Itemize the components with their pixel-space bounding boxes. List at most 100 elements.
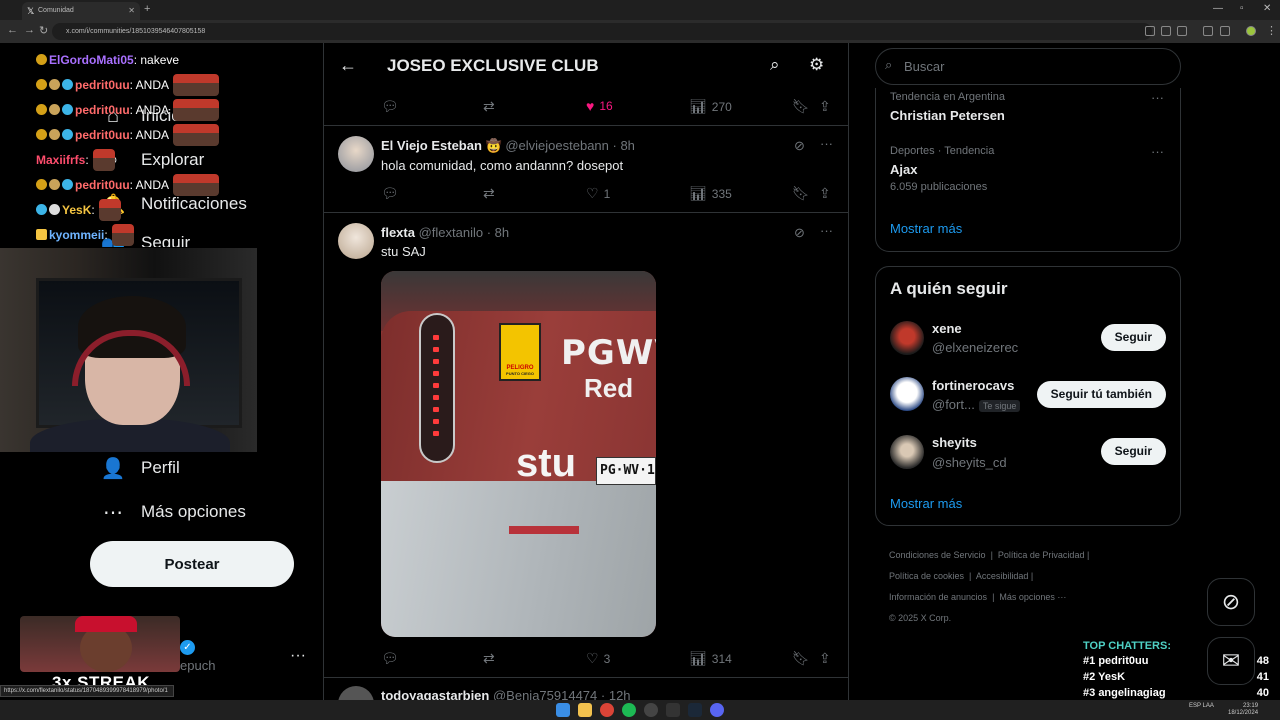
views-button[interactable]: 📊︎ 270 — [689, 98, 732, 115]
clock[interactable]: 23:19 18/12/2024 — [1228, 703, 1258, 717]
repost-icon[interactable]: ⇄ — [483, 185, 495, 202]
avatar[interactable] — [338, 223, 374, 259]
like-button[interactable]: ♡ 3 — [586, 650, 610, 667]
trend-more-icon[interactable]: ··· — [1151, 144, 1164, 159]
trend-item[interactable]: Ajax — [890, 162, 917, 177]
like-button[interactable]: ♥ 16 — [586, 98, 613, 114]
reply-icon[interactable]: 💬︎ — [381, 650, 399, 667]
follow-show-more[interactable]: Mostrar más — [890, 496, 962, 511]
file-explorer-icon[interactable] — [578, 703, 592, 717]
follow-button[interactable]: Seguir — [1100, 438, 1166, 465]
post-author[interactable]: El Viejo Esteban 🤠 — [381, 138, 502, 153]
avatar[interactable] — [890, 321, 924, 355]
post-header: flexta @flextanilo · 8h — [381, 225, 509, 240]
account-more-icon[interactable]: ··· — [290, 647, 306, 665]
profile-icon[interactable] — [1246, 26, 1256, 36]
bookmark-icon[interactable]: 🔖︎ — [792, 98, 810, 115]
share-icon[interactable]: ⇪ — [819, 185, 831, 202]
post-handle[interactable]: @elviejoestebann — [505, 138, 609, 153]
footer-link[interactable]: Condiciones de Servicio — [889, 550, 986, 560]
avatar[interactable] — [338, 686, 374, 700]
star-icon[interactable] — [1177, 26, 1187, 36]
footer-link[interactable]: Información de anuncios — [889, 592, 987, 602]
like-button[interactable]: ♡ 1 — [586, 185, 610, 202]
language-indicator[interactable]: ESP LAA — [1189, 703, 1214, 710]
post-author[interactable]: todoyagastarbien — [381, 688, 489, 700]
trends-show-more[interactable]: Mostrar más — [890, 221, 962, 236]
post-esteban[interactable]: El Viejo Esteban 🤠 @elviejoestebann · 8h… — [324, 126, 848, 212]
install-icon[interactable] — [1161, 26, 1171, 36]
post-image[interactable]: PELIGRO PUNTO CIEGO PGWV Red stu PG·WV·1 — [381, 271, 656, 637]
more-icon[interactable]: ··· — [820, 136, 833, 151]
avatar[interactable] — [890, 377, 924, 411]
forward-icon[interactable]: → — [24, 24, 35, 36]
post-handle[interactable]: @flextanilo — [419, 225, 484, 240]
bookmark-icon[interactable]: 🔖︎ — [792, 650, 810, 667]
reload-icon[interactable]: ↻ — [39, 24, 48, 37]
share-icon[interactable]: ⇪ — [819, 650, 831, 667]
back-arrow-icon[interactable]: ← — [339, 55, 357, 76]
avatar[interactable] — [338, 136, 374, 172]
reply-icon[interactable]: 💬︎ — [381, 98, 399, 115]
post-button[interactable]: Postear — [90, 541, 294, 587]
chatter-rank: #1 — [1083, 655, 1096, 667]
app-icon[interactable] — [666, 703, 680, 717]
puzzle-icon[interactable] — [1220, 26, 1230, 36]
grok-icon[interactable]: ⊘ — [794, 138, 805, 154]
views-button[interactable]: 📊︎ 335 — [689, 185, 732, 202]
extension-icon[interactable] — [1203, 26, 1213, 36]
post-handle[interactable]: @Benja75914474 — [493, 688, 597, 700]
search-input[interactable]: Buscar — [875, 48, 1181, 85]
discord-icon[interactable] — [710, 703, 724, 717]
streak-image — [20, 616, 180, 672]
close-icon[interactable]: ✕ — [128, 6, 135, 15]
follow-name[interactable]: fortinerocavs — [932, 378, 1014, 393]
repost-icon[interactable]: ⇄ — [483, 98, 495, 115]
follow-name[interactable]: sheyits — [932, 435, 977, 450]
reply-icon[interactable]: 💬︎ — [381, 185, 399, 202]
post-time[interactable]: · 12h — [601, 688, 631, 700]
more-icon[interactable]: ··· — [820, 223, 833, 238]
trend-item[interactable]: Christian Petersen — [890, 108, 1005, 123]
footer-link[interactable]: Más opciones ··· — [999, 592, 1066, 602]
nav-item-perfil[interactable]: 👤 Perfil — [100, 453, 180, 483]
footer-link[interactable]: Política de cookies — [889, 571, 964, 581]
footer-link[interactable]: Accesibilidad — [976, 571, 1029, 581]
grok-button[interactable]: ⊘ — [1207, 578, 1255, 626]
spotify-icon[interactable] — [622, 703, 636, 717]
avatar[interactable] — [890, 435, 924, 469]
browser-tab[interactable]: 𝕏 Comunidad ✕ — [22, 2, 140, 20]
follow-name[interactable]: xene — [932, 321, 962, 336]
footer-link[interactable]: Política de Privacidad — [998, 550, 1085, 560]
community-feed[interactable]: ← JOSEO EXCLUSIVE CLUB ⌕ ⚙ 💬︎ ⇄ ♥ 16 📊︎ 27… — [323, 43, 849, 700]
bookmark-icon[interactable]: 🔖︎ — [792, 185, 810, 202]
grok-icon[interactable]: ⊘ — [794, 225, 805, 241]
close-window-button[interactable]: ✕ — [1263, 3, 1271, 14]
trend-more-icon[interactable]: ··· — [1151, 90, 1164, 105]
chrome-icon[interactable] — [600, 703, 614, 717]
back-icon[interactable]: ← — [7, 24, 18, 36]
post-time[interactable]: · 8h — [613, 138, 635, 153]
maximize-button[interactable]: ▫ — [1240, 3, 1244, 14]
windows-start-icon[interactable] — [556, 703, 570, 717]
zoom-icon[interactable] — [1145, 26, 1155, 36]
url-field[interactable]: x.com/i/communities/1851039546407805158 — [52, 23, 1152, 40]
post-time[interactable]: · 8h — [487, 225, 509, 240]
menu-icon[interactable]: ⋮ — [1266, 24, 1277, 37]
follow-button[interactable]: Seguir — [1100, 324, 1166, 351]
minimize-button[interactable]: — — [1213, 3, 1223, 14]
follow-back-button[interactable]: Seguir tú también — [1036, 381, 1166, 408]
steam-icon[interactable] — [688, 703, 702, 717]
new-tab-button[interactable]: + — [144, 3, 150, 15]
top-chatters-title: TOP CHATTERS: — [1083, 640, 1172, 652]
nav-item-mas-opciones[interactable]: ⋯ Más opciones — [100, 497, 246, 527]
share-icon[interactable]: ⇪ — [819, 98, 831, 115]
search-icon[interactable]: ⌕ — [770, 55, 780, 75]
account-handle[interactable]: epuch — [180, 658, 215, 673]
gear-icon[interactable]: ⚙ — [809, 55, 824, 75]
post-author[interactable]: flexta — [381, 225, 415, 240]
repost-icon[interactable]: ⇄ — [483, 650, 495, 667]
post-next[interactable]: todoyagastarbien @Benja75914474 · 12h — [324, 678, 848, 700]
views-button[interactable]: 📊︎ 314 — [689, 650, 732, 667]
obs-icon[interactable] — [644, 703, 658, 717]
